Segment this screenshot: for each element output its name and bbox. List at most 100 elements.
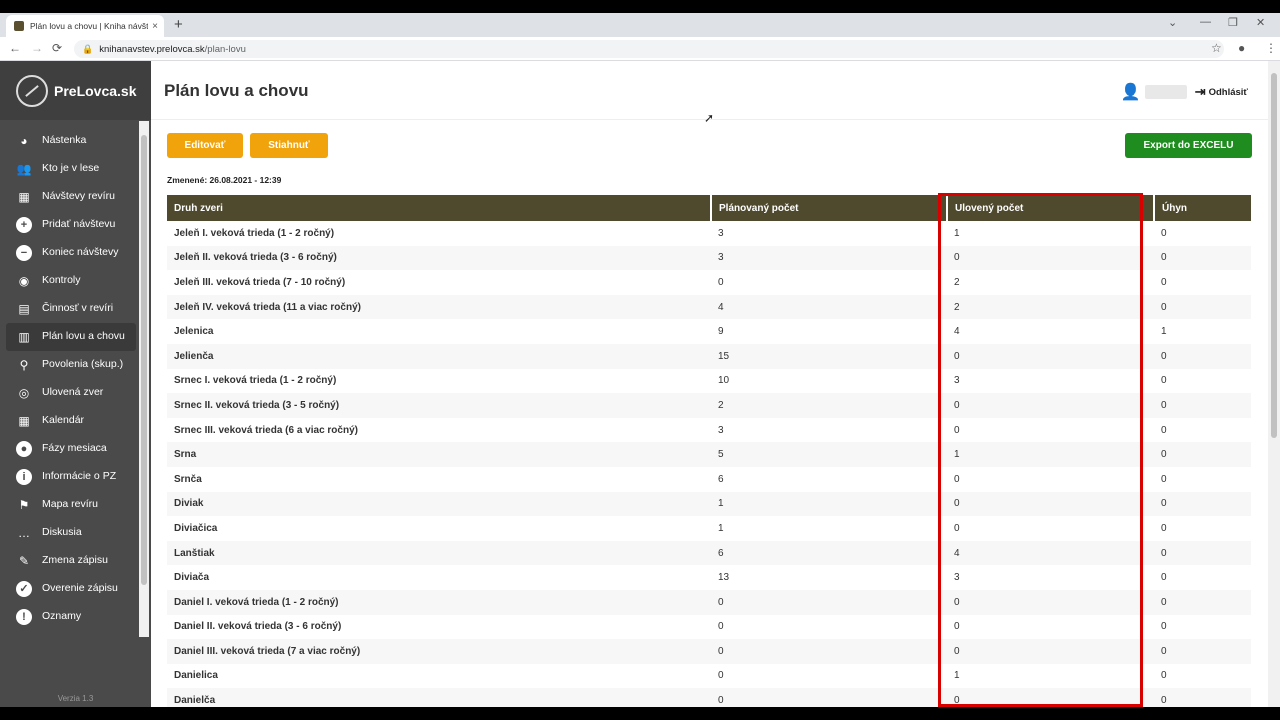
alert-icon: ! [16,609,32,625]
export-excel-button[interactable]: Export do EXCELU [1125,133,1252,158]
column-header-species: Druh zveri [167,195,712,221]
menu-kebab-icon[interactable]: ⋮ [1265,41,1277,55]
column-header-planned: Plánovaný počet [711,195,948,221]
table-header-row: Druh zveri Plánovaný počet Ulovený počet… [167,195,1251,221]
hunted-cell: 0 [947,688,1154,707]
bookmark-star-icon[interactable]: ☆ [1211,41,1222,55]
table-row: Srnec II. veková trieda (3 - 5 ročný) 2 0 0 [167,393,1251,418]
table-row: Diviačica 1 0 0 [167,516,1251,541]
planned-cell: 15 [711,343,947,369]
sidebar-item[interactable]: ▦ Kalendár [6,407,136,435]
logout-link[interactable]: Odhlásiť [1209,87,1248,98]
sidebar-item[interactable]: ◕ Nástenka [6,127,136,155]
sidebar-item-label: Pridať návštevu [42,218,116,230]
close-window-button[interactable]: ✕ [1256,16,1265,29]
deaths-cell: 0 [1154,540,1251,566]
download-button[interactable]: Stiahnuť [250,133,328,158]
sidebar-item[interactable]: 👥 Kto je v lese [6,155,136,183]
sidebar-item[interactable]: ▦ Návštevy revíru [6,183,136,211]
close-tab-icon[interactable]: × [152,21,158,32]
hunted-cell: 0 [954,621,960,633]
sidebar-item[interactable]: + Pridať návštevu [6,211,136,239]
species-cell: Danielica [174,670,218,682]
hunted-cell: 1 [947,442,1154,467]
sidebar-item-label: Kalendár [42,414,85,426]
sidebar-item[interactable]: − Koniec návštevy [6,239,136,267]
sidebar-scrollbar-thumb[interactable] [141,135,147,585]
sidebar-item[interactable]: ✎ Zmena zápisu [6,547,136,575]
species-cell: Srnča [174,473,202,485]
reload-button[interactable]: ⟳ [52,41,62,55]
table-row: Srnec III. veková trieda (6 a viac ročný… [167,418,1251,443]
hunted-cell: 2 [947,294,1154,320]
table-row: Srnča 6 0 0 [167,467,1251,492]
table-row: Jeleň I. veková trieda (1 - 2 ročný) 3 1 0 [167,221,1251,246]
species-cell: Daniel II. veková trieda (3 - 6 ročný) [174,621,342,633]
sidebar-item[interactable]: ⚑ Mapa revíru [6,491,136,519]
sidebar-item[interactable]: ◉ Kontroly [6,267,136,295]
sidebar-item[interactable]: ● Fázy mesiaca [6,435,136,463]
page-title: Plán lovu a chovu [164,81,309,100]
map-pin-icon: ⚑ [18,497,30,512]
deaths-cell: 1 [1161,326,1167,338]
dashboard-icon: ◕ [20,133,28,148]
profile-icon[interactable]: ● [1238,41,1245,55]
plus-circle-icon: + [16,217,32,233]
deaths-cell: 0 [1161,473,1167,485]
column-header-hunted: Ulovený počet [947,195,1155,221]
sidebar-item-label: Činnosť v revíri [42,302,114,314]
hunted-cell: 1 [954,227,960,239]
forward-button[interactable]: → [31,41,43,55]
logo-icon [16,74,48,107]
url-path: /plan-lovu [204,43,246,55]
page-scrollbar-thumb[interactable] [1271,73,1277,438]
sidebar-item-label: Overenie zápisu [42,582,118,594]
user-icon: 👤 [1120,84,1141,101]
sidebar-item[interactable]: ✓ Overenie zápisu [6,575,136,603]
user-area: 👤 ⇥ Odhlásiť [1121,82,1248,102]
species-cell: Jeleň III. veková trieda (7 - 10 ročný) [174,276,346,288]
favicon-icon [14,21,24,31]
back-button[interactable]: ← [9,41,21,55]
deaths-cell: 0 [1154,442,1251,467]
sidebar-item[interactable]: ! Oznamy [6,603,136,631]
check-circle-icon: ✓ [16,581,32,597]
address-bar: ← → ⟳ 🔒 knihanavstev.prelovca.sk/plan-lo… [0,37,1280,61]
planned-cell: 3 [718,227,724,239]
species-cell: Srna [167,442,711,467]
sidebar-item[interactable]: ◎ Ulovená zver [6,379,136,407]
logout-icon[interactable]: ⇥ [1195,84,1206,100]
deaths-cell: 0 [1161,276,1167,288]
deaths-cell: 0 [1161,227,1167,239]
eye-icon: ◉ [18,273,30,288]
planned-cell: 4 [711,294,947,320]
sidebar-item[interactable]: ⚲ Povolenia (skup.) [6,351,136,379]
species-cell: Diviak [167,491,711,517]
brand[interactable]: PreLovca.sk [0,61,151,120]
sidebar-item[interactable]: ▥ Plán lovu a chovu [6,323,136,351]
sidebar-item[interactable]: … Diskusia [6,519,136,547]
hunted-cell: 2 [954,276,960,288]
sidebar-item[interactable]: i Informácie o PZ [6,463,136,491]
page-scrollbar[interactable] [1268,61,1280,707]
browser-tab[interactable]: Plán lovu a chovu | Kniha návšte × [6,15,164,37]
restore-button[interactable]: ❐ [1228,16,1238,29]
deaths-cell: 0 [1161,621,1167,633]
table-row: Diviak 1 0 0 [167,491,1251,517]
planned-cell: 6 [718,473,724,485]
sidebar-item-label: Kontroly [42,274,81,286]
sidebar-item-label: Povolenia (skup.) [42,358,124,370]
url-input[interactable]: 🔒 knihanavstev.prelovca.sk/plan-lovu [74,40,1224,58]
planned-cell: 10 [718,375,730,387]
minimize-button[interactable]: — [1200,16,1211,28]
profile-dropdown-icon[interactable]: ⌄ [1168,16,1177,29]
edit-button[interactable]: Editovať [167,133,243,158]
sidebar-item-label: Ulovená zver [42,386,104,398]
sidebar-item-label: Návštevy revíru [42,190,115,202]
new-tab-button[interactable]: + [174,16,183,33]
mouse-cursor-icon: ➚ [704,111,715,125]
table-row: Daniel I. veková trieda (1 - 2 ročný) 0 0 0 [167,589,1251,615]
sidebar-item[interactable]: ▤ Činnosť v revíri [6,295,136,323]
species-cell: Diviača [174,572,210,584]
minus-circle-icon: − [16,245,32,261]
